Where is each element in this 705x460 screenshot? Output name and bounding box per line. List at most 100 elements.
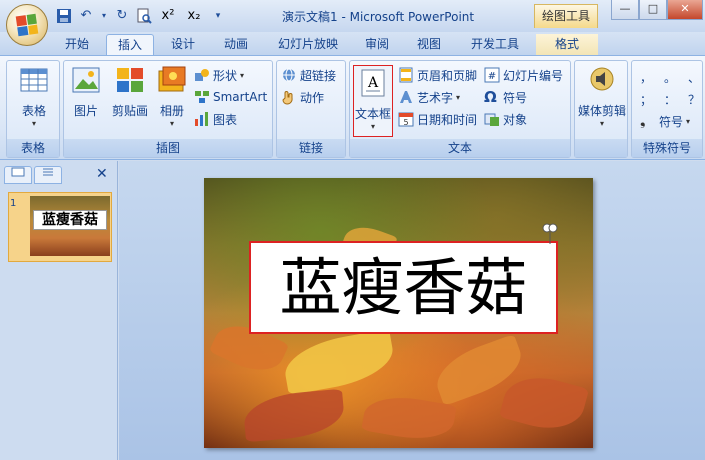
shapes-icon: [195, 69, 209, 81]
background-leaf: [498, 368, 590, 438]
office-button[interactable]: [6, 4, 48, 46]
outline-tab[interactable]: [34, 166, 62, 184]
textbox-label: 文本框: [354, 107, 391, 121]
svg-text:5: 5: [403, 118, 408, 127]
media-clip-dropdown-icon: ▾: [599, 119, 604, 128]
tab-slideshow[interactable]: 幻灯片放映: [270, 34, 346, 56]
symbol-label: 符号: [503, 90, 528, 105]
photo-album-icon: [158, 66, 186, 92]
action-hand-icon: [282, 91, 293, 105]
chart-icon: [195, 112, 208, 126]
office-logo-icon: [15, 13, 39, 37]
album-dropdown-icon: ▾: [169, 119, 174, 128]
datetime-label: 日期和时间: [417, 112, 478, 127]
hyperlink-label: 超链接: [300, 68, 337, 83]
clipart-label: 剪贴画: [111, 104, 148, 118]
smartart-button[interactable]: SmartArt: [194, 87, 267, 107]
slide-thumbnail-text: 蓝瘦香菇: [33, 210, 107, 230]
background-leaf: [242, 388, 346, 443]
smartart-label: SmartArt: [213, 90, 268, 104]
textbox-dropdown-icon: ▾: [370, 122, 375, 131]
chart-label: 图表: [213, 112, 238, 127]
textbox-icon: A: [361, 69, 385, 97]
customize-qat-icon[interactable]: ▾: [210, 8, 226, 24]
shapes-label: 形状: [213, 68, 238, 83]
subscript-icon[interactable]: x₂: [184, 8, 204, 24]
redo-icon[interactable]: ↻: [114, 8, 130, 24]
rotation-handle-icon[interactable]: [541, 222, 559, 244]
drawing-tools-label: 绘图工具: [534, 4, 598, 28]
wordart-button[interactable]: 艺术字 ▾: [398, 87, 460, 107]
picture-label: 图片: [73, 104, 98, 118]
album-button[interactable]: 相册 ▾: [154, 65, 190, 128]
tab-view[interactable]: 视图: [408, 34, 450, 56]
datetime-button[interactable]: 5 日期和时间: [398, 109, 477, 129]
undo-icon[interactable]: ↶: [78, 8, 94, 24]
svg-text:A: A: [367, 75, 379, 91]
group-label-links: 链接: [277, 139, 345, 157]
undo-dropdown-icon[interactable]: ▾: [100, 8, 108, 24]
smartart-icon: [195, 91, 209, 103]
action-label: 动作: [300, 90, 325, 105]
symbol-question[interactable]: ？: [688, 91, 700, 108]
group-label-text: 文本: [350, 139, 570, 157]
object-button[interactable]: 对象: [484, 109, 527, 129]
group-label-table: 表格: [7, 139, 59, 157]
special-symbol-button[interactable]: ❟ 符号 ▾: [640, 111, 690, 131]
tab-review[interactable]: 审阅: [356, 34, 398, 56]
slides-view-icon: [11, 167, 25, 177]
print-preview-icon[interactable]: [136, 8, 152, 24]
close-button[interactable]: ✕: [667, 0, 703, 20]
header-footer-icon: [399, 67, 413, 83]
close-panel-icon[interactable]: ✕: [96, 166, 108, 182]
minimize-button[interactable]: —: [611, 0, 639, 20]
slide-thumbnail[interactable]: 蓝瘦香菇: [30, 196, 110, 256]
table-button[interactable]: 表格 ▾: [13, 65, 55, 128]
symbol-comma[interactable]: ，: [640, 69, 652, 86]
chart-button[interactable]: 图表: [194, 109, 237, 129]
group-label-special-symbols: 特殊符号: [632, 139, 702, 157]
slides-tab[interactable]: [4, 166, 32, 184]
media-clip-button[interactable]: 媒体剪辑 ▾: [576, 65, 628, 128]
header-footer-label: 页眉和页脚: [417, 68, 478, 83]
shapes-button[interactable]: 形状 ▾: [194, 65, 244, 85]
header-footer-button[interactable]: 页眉和页脚: [398, 65, 477, 85]
title-bar: ↶ ▾ ↻ x² x₂ ▾ 演示文稿1 - Microsoft PowerPoi…: [0, 0, 705, 46]
action-button[interactable]: 动作: [281, 87, 324, 107]
picture-button[interactable]: 图片: [68, 65, 104, 119]
tab-insert[interactable]: 插入: [106, 34, 154, 56]
tab-design[interactable]: 设计: [160, 34, 206, 56]
save-icon[interactable]: [56, 8, 72, 24]
symbol-semicolon[interactable]: ；: [640, 91, 652, 108]
slide-number-label: 幻灯片编号: [503, 68, 564, 83]
superscript-icon[interactable]: x²: [158, 8, 178, 24]
symbol-colon[interactable]: ：: [664, 91, 676, 108]
tab-developer[interactable]: 开发工具: [462, 34, 528, 56]
wordart-label: 艺术字: [417, 90, 454, 105]
wordart-dropdown-icon: ▾: [456, 92, 461, 102]
symbol-period[interactable]: 。: [664, 69, 676, 86]
wordart-icon: [400, 91, 412, 103]
hyperlink-button[interactable]: 超链接: [281, 65, 336, 85]
clipart-icon: [117, 68, 143, 92]
media-clip-label: 媒体剪辑: [577, 104, 626, 118]
quick-access-toolbar: ↶ ▾ ↻ x² x₂ ▾: [56, 8, 226, 24]
tab-format[interactable]: 格式: [536, 34, 598, 56]
tab-home[interactable]: 开始: [54, 34, 100, 56]
table-label: 表格: [21, 104, 46, 118]
textbox-button[interactable]: A 文本框 ▾: [353, 65, 393, 137]
maximize-button[interactable]: □: [639, 0, 667, 20]
symbol-pause[interactable]: 、: [688, 69, 700, 86]
album-label: 相册: [159, 104, 184, 118]
shapes-dropdown-icon: ▾: [240, 70, 245, 80]
clipart-button[interactable]: 剪贴画: [108, 65, 152, 119]
table-dropdown-icon: ▾: [31, 119, 36, 128]
slide-textbox[interactable]: 蓝瘦香菇: [249, 241, 558, 334]
group-table: 表格 ▾ 表格: [6, 60, 60, 158]
tab-animation[interactable]: 动画: [212, 34, 260, 56]
group-label-media: [575, 139, 627, 157]
special-symbol-dropdown-icon: ▾: [686, 116, 691, 126]
slide-number-button[interactable]: # 幻灯片编号: [484, 65, 563, 85]
ribbon: 表格 ▾ 表格 图片 剪贴画 相册 ▾ 形状 ▾ SmartArt 图表 插图 …: [0, 55, 705, 160]
symbol-button[interactable]: Ω 符号: [484, 87, 527, 107]
